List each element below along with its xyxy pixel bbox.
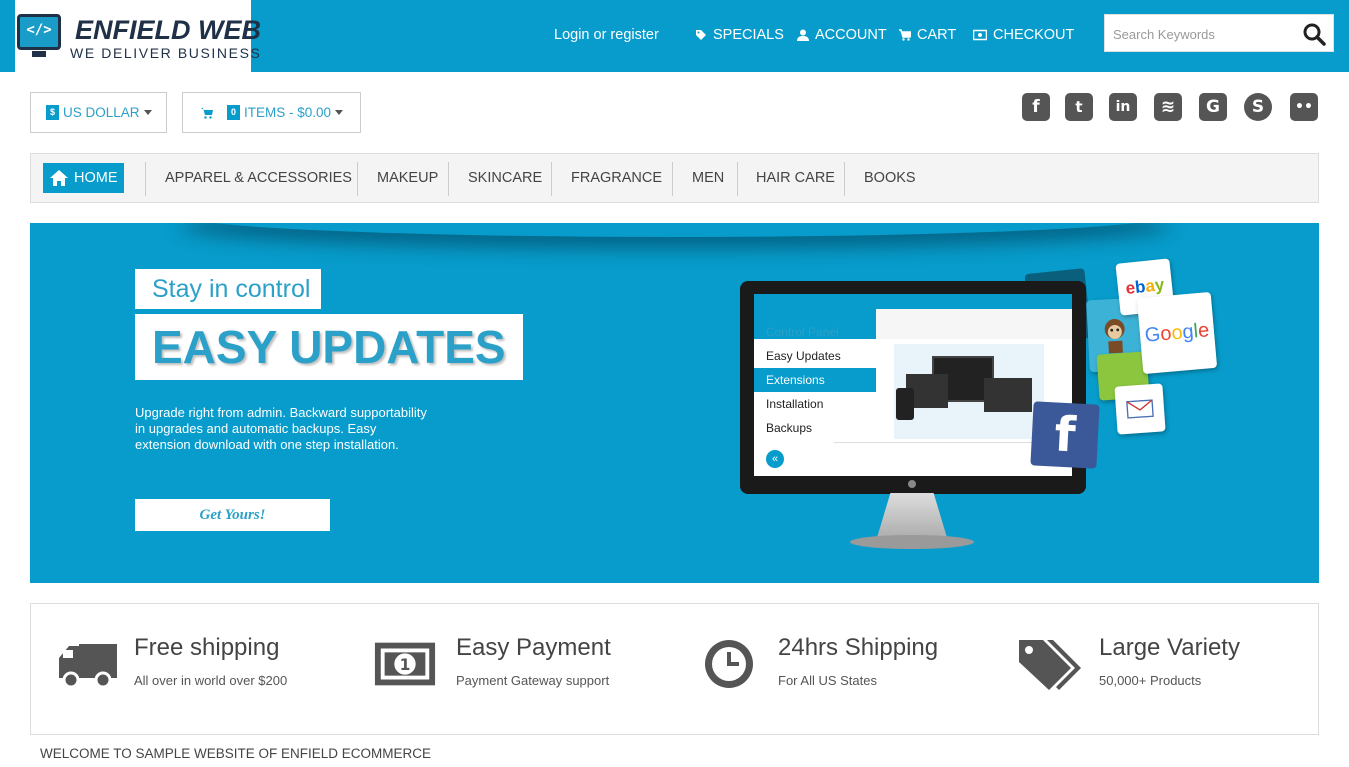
feature-subtitle: 50,000+ Products [1099,673,1202,688]
currency-dropdown[interactable]: $ US DOLLAR [30,92,167,133]
hero-headline: EASY UPDATES [135,314,523,380]
skype-icon[interactable]: S [1244,93,1272,121]
cart-summary: ITEMS - $0.00 [244,105,332,120]
logo-tagline: WE DELIVER BUSINESS [70,45,262,61]
flickr-icon[interactable]: •• [1290,93,1318,121]
account-label: ACCOUNT [815,27,887,43]
nav-divider [551,162,552,196]
hero-kicker: Stay in control [135,269,321,309]
account-link[interactable]: ACCOUNT [797,27,887,43]
mailchimp-icon [1104,319,1125,354]
feature-title: Easy Payment [456,634,611,661]
feature-free-shipping: Free shipping All over in world over $20… [31,604,353,734]
screen-content-bar [876,309,1072,339]
twitter-icon[interactable]: t [1065,93,1093,121]
feature-24hrs-shipping: 24hrs Shipping For All US States [675,604,997,734]
get-yours-button[interactable]: Get Yours! [135,499,330,531]
menu-backups: Backups [766,421,813,435]
feature-subtitle: Payment Gateway support [456,673,610,688]
nav-apparel[interactable]: APPAREL & ACCESSORIES [165,154,352,202]
nav-hair-care[interactable]: HAIR CARE [756,154,835,202]
specials-link[interactable]: SPECIALS [695,27,784,43]
chevron-down-icon [143,110,152,115]
features-bar: Free shipping All over in world over $20… [30,603,1319,735]
nav-home-label: HOME [74,170,118,186]
search-icon[interactable] [1301,21,1327,47]
checkout-link[interactable]: CHECKOUT [973,27,1074,43]
cart-count-badge: 0 [227,105,241,120]
google-tile: Google [1136,291,1218,375]
facebook-tile-icon: f [1030,401,1100,469]
credit-card-icon [973,29,987,41]
login-register-link[interactable]: Login or register [554,27,659,43]
nav-skincare[interactable]: SKINCARE [468,154,542,202]
nav-fragrance[interactable]: FRAGRANCE [571,154,662,202]
double-chevron-left-icon: « [766,450,784,468]
cart-dropdown[interactable]: 0 ITEMS - $0.00 [182,92,361,133]
nav-divider [357,162,358,196]
feature-subtitle: For All US States [778,673,877,688]
monitor-screen: Control Panel Easy Updates Extensions In… [754,294,1072,476]
linkedin-icon[interactable]: in [1109,93,1137,121]
mail-tile [1114,383,1166,435]
nav-divider [737,162,738,196]
nav-divider [844,162,845,196]
hero-shadow [180,223,1170,237]
nav-home[interactable]: HOME [43,163,124,193]
google-icon[interactable]: G [1199,93,1227,121]
monitor-base [850,535,974,549]
tag-icon [696,30,706,40]
menu-easy-updates: Easy Updates [766,349,841,363]
apple-logo-icon [908,480,916,488]
monitor-stand [876,493,948,541]
facebook-icon[interactable]: f [1022,93,1050,121]
rss-icon[interactable]: ≋ [1154,93,1182,121]
mail-icon [1126,399,1154,419]
feature-title: Free shipping [134,634,280,661]
cart-icon [899,29,911,41]
hero-description: Upgrade right from admin. Backward suppo… [135,405,427,452]
nav-books[interactable]: BOOKS [864,154,916,202]
feature-title: 24hrs Shipping [778,634,939,661]
menu-extensions: Extensions [754,368,876,392]
logo[interactable]: </> ENFIELD WEB WE DELIVER BUSINESS [15,0,261,72]
monitor-code-icon: </> [17,14,61,50]
nav-makeup[interactable]: MAKEUP [377,154,438,202]
clock-icon [705,640,753,688]
feature-easy-payment: 1 Easy Payment Payment Gateway support [353,604,675,734]
logo-title: ENFIELD WEB [75,15,261,45]
nav-divider [672,162,673,196]
truck-icon [59,644,117,689]
home-icon [50,170,68,186]
svg-text:1: 1 [400,656,411,674]
control-panel-menu: Control Panel Easy Updates Extensions In… [754,320,876,440]
checkout-label: CHECKOUT [993,27,1075,43]
search-box [1104,14,1334,52]
feature-title: Large Variety [1099,634,1240,661]
feature-subtitle: All over in world over $200 [134,673,288,688]
chevron-down-icon [335,110,344,115]
main-nav: HOME APPAREL & ACCESSORIES MAKEUP SKINCA… [30,153,1319,203]
welcome-heading: WELCOME TO SAMPLE WEBSITE OF ENFIELD ECO… [40,746,432,761]
cart-label: CART [917,27,957,43]
cart-link[interactable]: CART [899,27,956,43]
currency-badge: $ [46,105,60,120]
cart-icon [201,107,213,119]
currency-label: US DOLLAR [63,105,140,120]
hero-slider: Stay in control EASY UPDATES Upgrade rig… [30,223,1319,583]
menu-control-panel: Control Panel [766,325,839,339]
money-icon: 1 [374,642,436,686]
nav-divider [448,162,449,196]
search-input[interactable] [1113,24,1293,44]
nav-divider [145,162,146,196]
user-icon [797,29,809,41]
top-bar: </> ENFIELD WEB WE DELIVER BUSINESS Logi… [0,0,1349,72]
logo-stand [32,51,46,57]
tags-icon [1019,640,1081,690]
feature-large-variety: Large Variety 50,000+ Products [997,604,1319,734]
specials-label: SPECIALS [713,27,784,43]
nav-men[interactable]: MEN [692,154,724,202]
screen-devices [894,344,1044,439]
menu-installation: Installation [766,397,824,411]
